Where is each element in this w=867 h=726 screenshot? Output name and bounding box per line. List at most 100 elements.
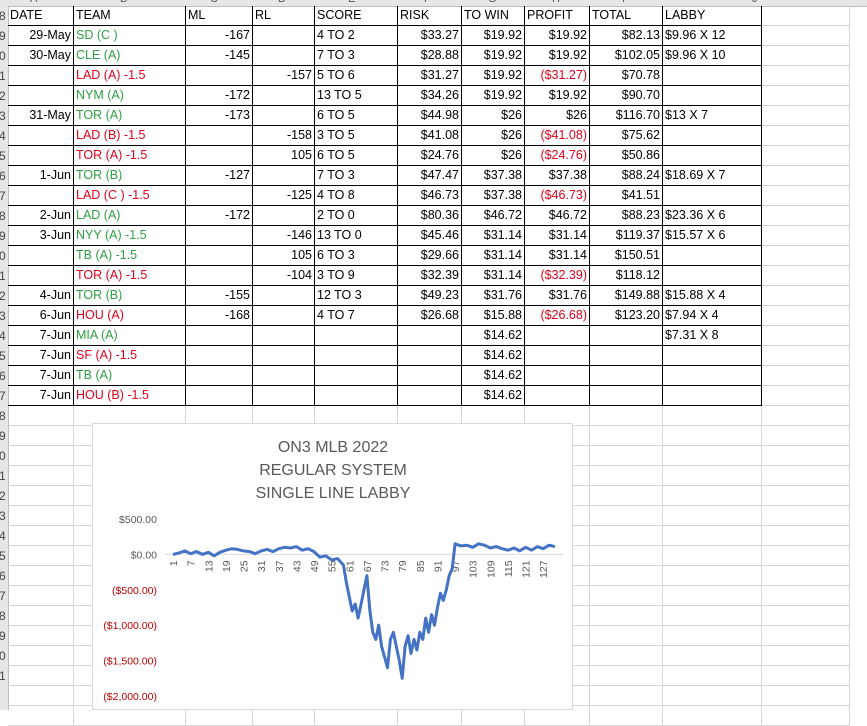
cell-date[interactable] bbox=[8, 126, 74, 146]
header-ml[interactable]: ML bbox=[186, 6, 253, 26]
cell-team[interactable]: NYY (A) -1.5 bbox=[74, 226, 186, 246]
cell-profit[interactable]: ($46.73) bbox=[525, 186, 590, 206]
empty-cell[interactable] bbox=[590, 526, 663, 546]
empty-cell[interactable] bbox=[762, 666, 850, 686]
cell-total[interactable]: $88.24 bbox=[590, 166, 663, 186]
row-number[interactable]: 0 bbox=[0, 447, 6, 465]
cell-towin[interactable]: $26 bbox=[462, 146, 525, 166]
empty-cell[interactable] bbox=[590, 566, 663, 586]
cell-profit[interactable]: $37.38 bbox=[525, 166, 590, 186]
empty-cell[interactable] bbox=[663, 466, 762, 486]
empty-cell[interactable] bbox=[590, 606, 663, 626]
cell-ml[interactable] bbox=[186, 146, 253, 166]
empty-cell[interactable] bbox=[8, 646, 74, 666]
cell-team[interactable]: TB (A) -1.5 bbox=[74, 246, 186, 266]
cell-labby[interactable]: $23.36 X 6 bbox=[663, 206, 762, 226]
empty-cell[interactable] bbox=[8, 706, 74, 726]
empty-cell[interactable] bbox=[8, 546, 74, 566]
empty-cell[interactable] bbox=[762, 546, 850, 566]
cell-total[interactable]: $118.12 bbox=[590, 266, 663, 286]
empty-cell[interactable] bbox=[8, 506, 74, 526]
empty-cell[interactable] bbox=[8, 606, 74, 626]
cell-ml[interactable]: -155 bbox=[186, 286, 253, 306]
cell-ml[interactable] bbox=[186, 66, 253, 86]
cell-total[interactable]: $50.86 bbox=[590, 146, 663, 166]
cell-score[interactable] bbox=[315, 346, 398, 366]
cell-labby[interactable]: $15.88 X 4 bbox=[663, 286, 762, 306]
cell-towin[interactable]: $31.14 bbox=[462, 246, 525, 266]
empty-cell[interactable] bbox=[590, 506, 663, 526]
row-number[interactable]: 8 bbox=[0, 407, 6, 425]
cell-total[interactable]: $88.23 bbox=[590, 206, 663, 226]
cell-risk[interactable] bbox=[398, 366, 462, 386]
cell-towin[interactable]: $14.62 bbox=[462, 346, 525, 366]
cell-team[interactable]: SF (A) -1.5 bbox=[74, 346, 186, 366]
cell-total[interactable] bbox=[590, 326, 663, 346]
cell-date[interactable] bbox=[8, 266, 74, 286]
empty-cell[interactable] bbox=[663, 446, 762, 466]
row-number[interactable]: 4 bbox=[0, 127, 6, 145]
cell-profit[interactable] bbox=[525, 346, 590, 366]
cell-profit[interactable]: ($31.27) bbox=[525, 66, 590, 86]
cell-profit[interactable]: $19.92 bbox=[525, 86, 590, 106]
cell-towin[interactable]: $14.62 bbox=[462, 366, 525, 386]
empty-cell[interactable] bbox=[762, 266, 850, 286]
row-number[interactable]: 4 bbox=[0, 327, 6, 345]
cell-risk[interactable]: $24.76 bbox=[398, 146, 462, 166]
empty-cell[interactable] bbox=[590, 406, 663, 426]
cell-labby[interactable]: $7.94 X 4 bbox=[663, 306, 762, 326]
empty-cell[interactable] bbox=[663, 706, 762, 726]
cell-total[interactable]: $41.51 bbox=[590, 186, 663, 206]
row-number[interactable]: 8 bbox=[0, 7, 6, 25]
empty-cell[interactable] bbox=[8, 426, 74, 446]
cell-profit[interactable]: $31.14 bbox=[525, 226, 590, 246]
cell-labby[interactable] bbox=[663, 366, 762, 386]
empty-cell[interactable] bbox=[663, 566, 762, 586]
cell-labby[interactable] bbox=[663, 86, 762, 106]
cell-risk[interactable]: $49.23 bbox=[398, 286, 462, 306]
cell-date[interactable]: 7-Jun bbox=[8, 346, 74, 366]
empty-cell[interactable] bbox=[8, 586, 74, 606]
cell-score[interactable]: 4 TO 7 bbox=[315, 306, 398, 326]
cell-labby[interactable]: $7.31 X 8 bbox=[663, 326, 762, 346]
cell-score[interactable]: 7 TO 3 bbox=[315, 166, 398, 186]
cell-rl[interactable] bbox=[253, 366, 315, 386]
cell-labby[interactable] bbox=[663, 146, 762, 166]
empty-cell[interactable] bbox=[762, 166, 850, 186]
row-number[interactable]: 5 bbox=[0, 147, 6, 165]
empty-cell[interactable] bbox=[8, 666, 74, 686]
cell-score[interactable]: 2 TO 0 bbox=[315, 206, 398, 226]
cell-risk[interactable]: $41.08 bbox=[398, 126, 462, 146]
empty-cell[interactable] bbox=[590, 546, 663, 566]
header-towin[interactable]: TO WIN bbox=[462, 6, 525, 26]
cell-rl[interactable]: -125 bbox=[253, 186, 315, 206]
empty-cell[interactable] bbox=[762, 346, 850, 366]
cell-team[interactable]: HOU (A) bbox=[74, 306, 186, 326]
cell-rl[interactable]: -104 bbox=[253, 266, 315, 286]
cell-risk[interactable] bbox=[398, 346, 462, 366]
empty-cell[interactable] bbox=[663, 626, 762, 646]
empty-cell[interactable] bbox=[8, 566, 74, 586]
cell-profit[interactable]: ($32.39) bbox=[525, 266, 590, 286]
cell-score[interactable]: 3 TO 5 bbox=[315, 126, 398, 146]
empty-cell[interactable] bbox=[762, 586, 850, 606]
cell-towin[interactable]: $46.72 bbox=[462, 206, 525, 226]
cell-ml[interactable]: -172 bbox=[186, 86, 253, 106]
cell-ml[interactable] bbox=[186, 246, 253, 266]
cell-ml[interactable]: -145 bbox=[186, 46, 253, 66]
cell-rl[interactable] bbox=[253, 26, 315, 46]
empty-cell[interactable] bbox=[663, 646, 762, 666]
cell-rl[interactable]: 105 bbox=[253, 246, 315, 266]
cell-towin[interactable]: $14.62 bbox=[462, 326, 525, 346]
cell-ml[interactable] bbox=[186, 126, 253, 146]
cell-risk[interactable]: $28.88 bbox=[398, 46, 462, 66]
cell-score[interactable] bbox=[315, 366, 398, 386]
cell-labby[interactable] bbox=[663, 346, 762, 366]
cell-rl[interactable]: -146 bbox=[253, 226, 315, 246]
cell-towin[interactable]: $19.92 bbox=[462, 66, 525, 86]
empty-cell[interactable] bbox=[663, 686, 762, 706]
cell-team[interactable]: TB (A) bbox=[74, 366, 186, 386]
cell-rl[interactable]: -157 bbox=[253, 66, 315, 86]
cell-rl[interactable] bbox=[253, 286, 315, 306]
cell-team[interactable]: TOR (B) bbox=[74, 286, 186, 306]
